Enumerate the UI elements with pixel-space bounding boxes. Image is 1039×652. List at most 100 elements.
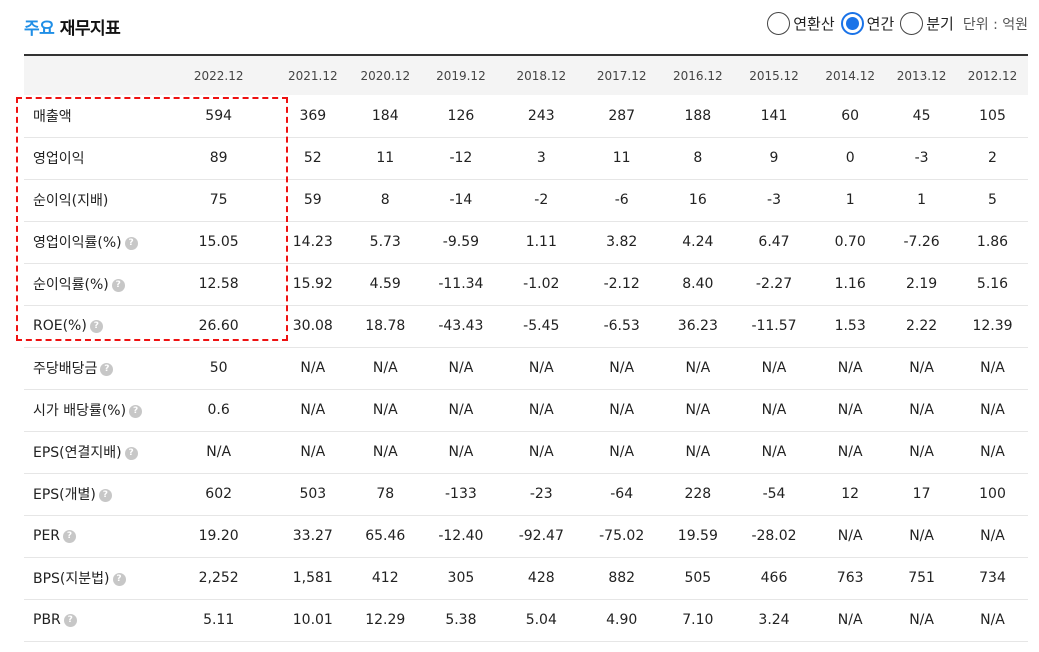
- value-cell: 10.01: [292, 612, 333, 628]
- value-cell: 369: [299, 107, 327, 124]
- value-cell: -92.47: [518, 528, 564, 544]
- value-cell: 8: [693, 150, 703, 166]
- row-label-cell: 순이익(지배): [24, 179, 162, 221]
- help-icon[interactable]: ?: [111, 278, 125, 292]
- column-header: 2016.12: [673, 68, 723, 83]
- value-cell: 12.58: [198, 276, 239, 292]
- table-row: 시가 배당률(%)? 0.6 N/A N/A N/A N/A N/A N/A N/A N/A N/A…: [24, 389, 1028, 431]
- value-cell: 8.40: [682, 276, 714, 292]
- value-cell: 17: [912, 486, 931, 502]
- row-label-cell: 주당배당금?: [24, 347, 162, 389]
- value-cell: 5.16: [976, 276, 1009, 292]
- help-icon[interactable]: ?: [124, 236, 138, 250]
- value-cell: 5.73: [369, 234, 401, 250]
- value-cell: 15.92: [292, 276, 333, 292]
- value-cell: 287: [608, 107, 636, 124]
- table-row: BPS(지분법)? 2,252 1,581 412 305 428 882 505 466 763…: [24, 557, 1028, 599]
- value-cell: -7.26: [903, 234, 940, 250]
- value-cell: -6: [614, 192, 629, 208]
- value-cell: 1,581: [292, 570, 333, 586]
- value-cell: N/A: [528, 444, 554, 460]
- radio-annual[interactable]: 연간: [840, 12, 895, 35]
- value-cell: 3.24: [758, 612, 790, 628]
- value-cell: N/A: [980, 528, 1005, 544]
- value-cell: 4.90: [606, 612, 638, 628]
- value-cell: 2,252: [198, 570, 239, 586]
- help-icon[interactable]: ?: [63, 529, 77, 543]
- value-cell: 126: [447, 107, 475, 124]
- value-cell: 7.10: [682, 612, 714, 628]
- value-cell: N/A: [909, 360, 934, 376]
- value-cell: 11: [612, 150, 631, 166]
- value-cell: 466: [760, 570, 788, 586]
- help-icon[interactable]: ?: [129, 404, 143, 418]
- help-icon[interactable]: ?: [98, 488, 112, 502]
- help-icon[interactable]: ?: [100, 362, 114, 376]
- value-cell: 89: [209, 150, 228, 166]
- value-cell: 1.53: [834, 318, 866, 334]
- help-icon[interactable]: ?: [112, 572, 126, 586]
- value-cell: N/A: [837, 402, 863, 418]
- help-icon[interactable]: ?: [89, 319, 103, 333]
- value-cell: 36.23: [677, 318, 718, 334]
- title-accent: 주요: [24, 19, 55, 39]
- value-cell: -1.02: [523, 276, 560, 292]
- value-cell: -5.45: [523, 318, 560, 334]
- row-label-cell: BPS(지분법)?: [24, 557, 162, 599]
- value-cell: -2.27: [755, 276, 793, 292]
- row-label: 순이익률(%): [33, 277, 109, 293]
- radio-quarterly-label: 분기: [926, 15, 954, 33]
- value-cell: -12: [449, 150, 473, 166]
- table-row: 순이익률(%)? 12.58 15.92 4.59 -11.34 -1.02 -2.12 8.…: [24, 263, 1028, 305]
- row-label-cell: PBR?: [24, 599, 162, 641]
- radio-annualized[interactable]: 연환산: [767, 12, 835, 35]
- row-label: PBR: [33, 612, 61, 628]
- value-cell: 4.59: [369, 276, 401, 292]
- radio-annualized-label: 연환산: [793, 15, 835, 33]
- value-cell: -133: [445, 486, 477, 502]
- value-cell: 734: [979, 570, 1006, 586]
- radio-annualized-circle[interactable]: [767, 12, 791, 35]
- value-cell: N/A: [761, 444, 787, 460]
- value-cell: N/A: [372, 444, 398, 460]
- value-cell: 30.08: [292, 318, 333, 334]
- value-cell: 0.6: [207, 402, 230, 418]
- header-row: 2022.12 2021.12 2020.12 2019.12 2018.12 2017.…: [24, 55, 1028, 95]
- help-icon[interactable]: ?: [63, 613, 77, 627]
- value-cell: N/A: [980, 402, 1005, 418]
- value-cell: 1.16: [834, 276, 866, 292]
- column-header: 2018.12: [516, 68, 567, 83]
- value-cell: 12.39: [972, 318, 1013, 334]
- row-label-cell: 매출액: [24, 95, 162, 137]
- column-header: 2020.12: [360, 68, 411, 83]
- value-cell: 243: [527, 107, 555, 124]
- value-cell: N/A: [609, 360, 635, 376]
- value-cell: N/A: [980, 360, 1005, 376]
- row-label-cell: PER?: [24, 515, 162, 557]
- value-cell: N/A: [837, 444, 863, 460]
- value-cell: -23: [529, 486, 553, 502]
- value-cell: -9.59: [442, 234, 480, 250]
- value-cell: 65.46: [365, 528, 406, 544]
- radio-quarterly-circle[interactable]: [900, 12, 924, 35]
- value-cell: 305: [447, 570, 475, 586]
- value-cell: N/A: [909, 528, 934, 544]
- radio-quarterly[interactable]: 분기: [900, 12, 954, 35]
- radio-annual-circle[interactable]: [840, 12, 864, 35]
- value-cell: 11: [376, 150, 395, 166]
- period-controls: 연환산 연간 분기 단위 : 억원: [761, 12, 1028, 35]
- table-row: 매출액 594 369 184 126 243 287 188 141 60 45 105: [24, 95, 1028, 137]
- help-icon[interactable]: ?: [124, 446, 138, 460]
- value-cell: 2: [988, 150, 997, 166]
- table-row: PER? 19.20 33.27 65.46 -12.40 -92.47 -75.02 19.…: [24, 515, 1028, 557]
- column-header: 2017.12: [596, 68, 647, 83]
- value-cell: N/A: [448, 402, 474, 418]
- value-cell: 100: [979, 486, 1006, 502]
- value-cell: N/A: [300, 360, 326, 376]
- radio-annual-label: 연간: [866, 15, 895, 33]
- value-cell: -3: [914, 150, 929, 166]
- value-cell: -11.34: [438, 276, 484, 292]
- value-cell: 184: [371, 107, 399, 124]
- value-cell: N/A: [528, 360, 554, 376]
- value-cell: N/A: [909, 612, 934, 628]
